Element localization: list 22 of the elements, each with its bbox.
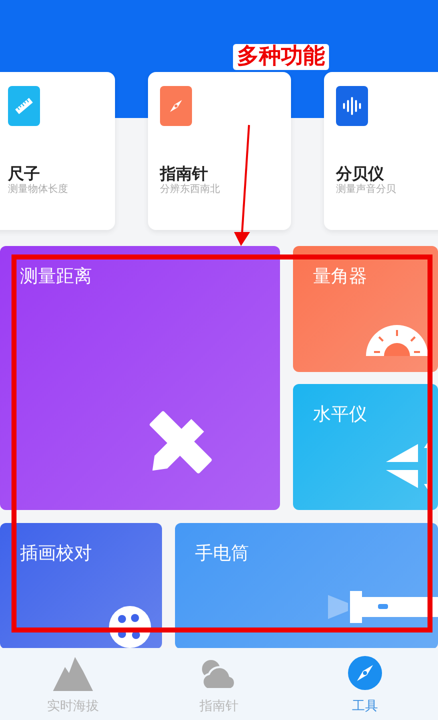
- mountain-icon: [53, 654, 93, 690]
- palette-icon: [108, 605, 152, 649]
- nav-tab[interactable]: 实时海拔: [0, 648, 146, 720]
- protractor-icon: [364, 322, 430, 358]
- tool-tile[interactable]: 量角器: [293, 246, 438, 372]
- tool-title: 分贝仪: [336, 164, 385, 184]
- tool-tile[interactable]: 手电筒: [175, 523, 438, 649]
- tool-card[interactable]: 指南针 分辨东西南北: [148, 72, 291, 230]
- tool-card[interactable]: 尺子 测量物体长度: [0, 72, 115, 230]
- tool-card[interactable]: 分贝仪 测量声音分贝: [324, 72, 438, 230]
- tool-title: 尺子: [8, 164, 41, 184]
- compass-icon: [347, 654, 383, 690]
- tool-tile[interactable]: 插画校对: [0, 523, 162, 649]
- tool-description: 测量声音分贝: [336, 183, 397, 196]
- tool-description: 测量物体长度: [8, 183, 69, 196]
- nav-tab[interactable]: 工具: [292, 648, 438, 720]
- tool-tile[interactable]: 测量距离: [0, 246, 280, 510]
- tool-tile[interactable]: 水平仪: [293, 384, 438, 510]
- nav-tab[interactable]: 指南针: [146, 648, 292, 720]
- tool-title: 指南针: [160, 164, 209, 184]
- annotation-text: 多种功能: [233, 44, 329, 70]
- tool-description: 分辨东西南北: [160, 183, 221, 196]
